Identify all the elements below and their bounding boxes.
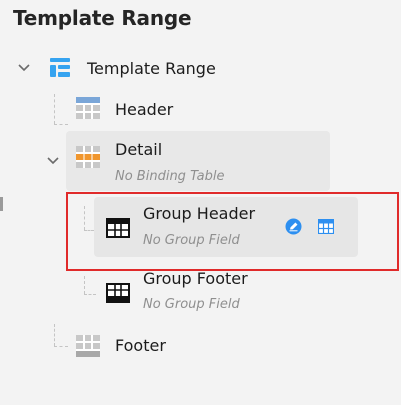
expand-chevron-icon[interactable] (47, 156, 59, 166)
tree-node-detail-sub: No Binding Table (115, 169, 225, 184)
tree-node-footer-label[interactable]: Footer (115, 336, 166, 355)
tree-node-root-label[interactable]: Template Range (87, 59, 216, 78)
group-footer-icon (106, 283, 130, 303)
tree-node-detail-label[interactable]: Detail (115, 140, 162, 159)
expand-chevron-icon[interactable] (18, 63, 30, 73)
tree-node-header-label[interactable]: Header (115, 100, 173, 119)
tree-guide-line (84, 294, 96, 295)
tree-guide-line (54, 124, 68, 125)
header-table-icon (76, 97, 100, 119)
tree-guide-line (54, 346, 68, 347)
tree-guide-line (54, 324, 55, 346)
template-range-icon (50, 58, 74, 78)
tree-node-group-footer-label[interactable]: Group Footer (143, 269, 248, 288)
tree-guide-line (54, 94, 55, 124)
selection-highlight-box (66, 192, 399, 271)
detail-table-icon (76, 146, 100, 168)
tree-guide-line (84, 276, 85, 294)
tree-node-group-footer-sub: No Group Field (143, 297, 240, 312)
footer-table-icon (76, 335, 100, 357)
resize-handle[interactable] (0, 197, 3, 211)
